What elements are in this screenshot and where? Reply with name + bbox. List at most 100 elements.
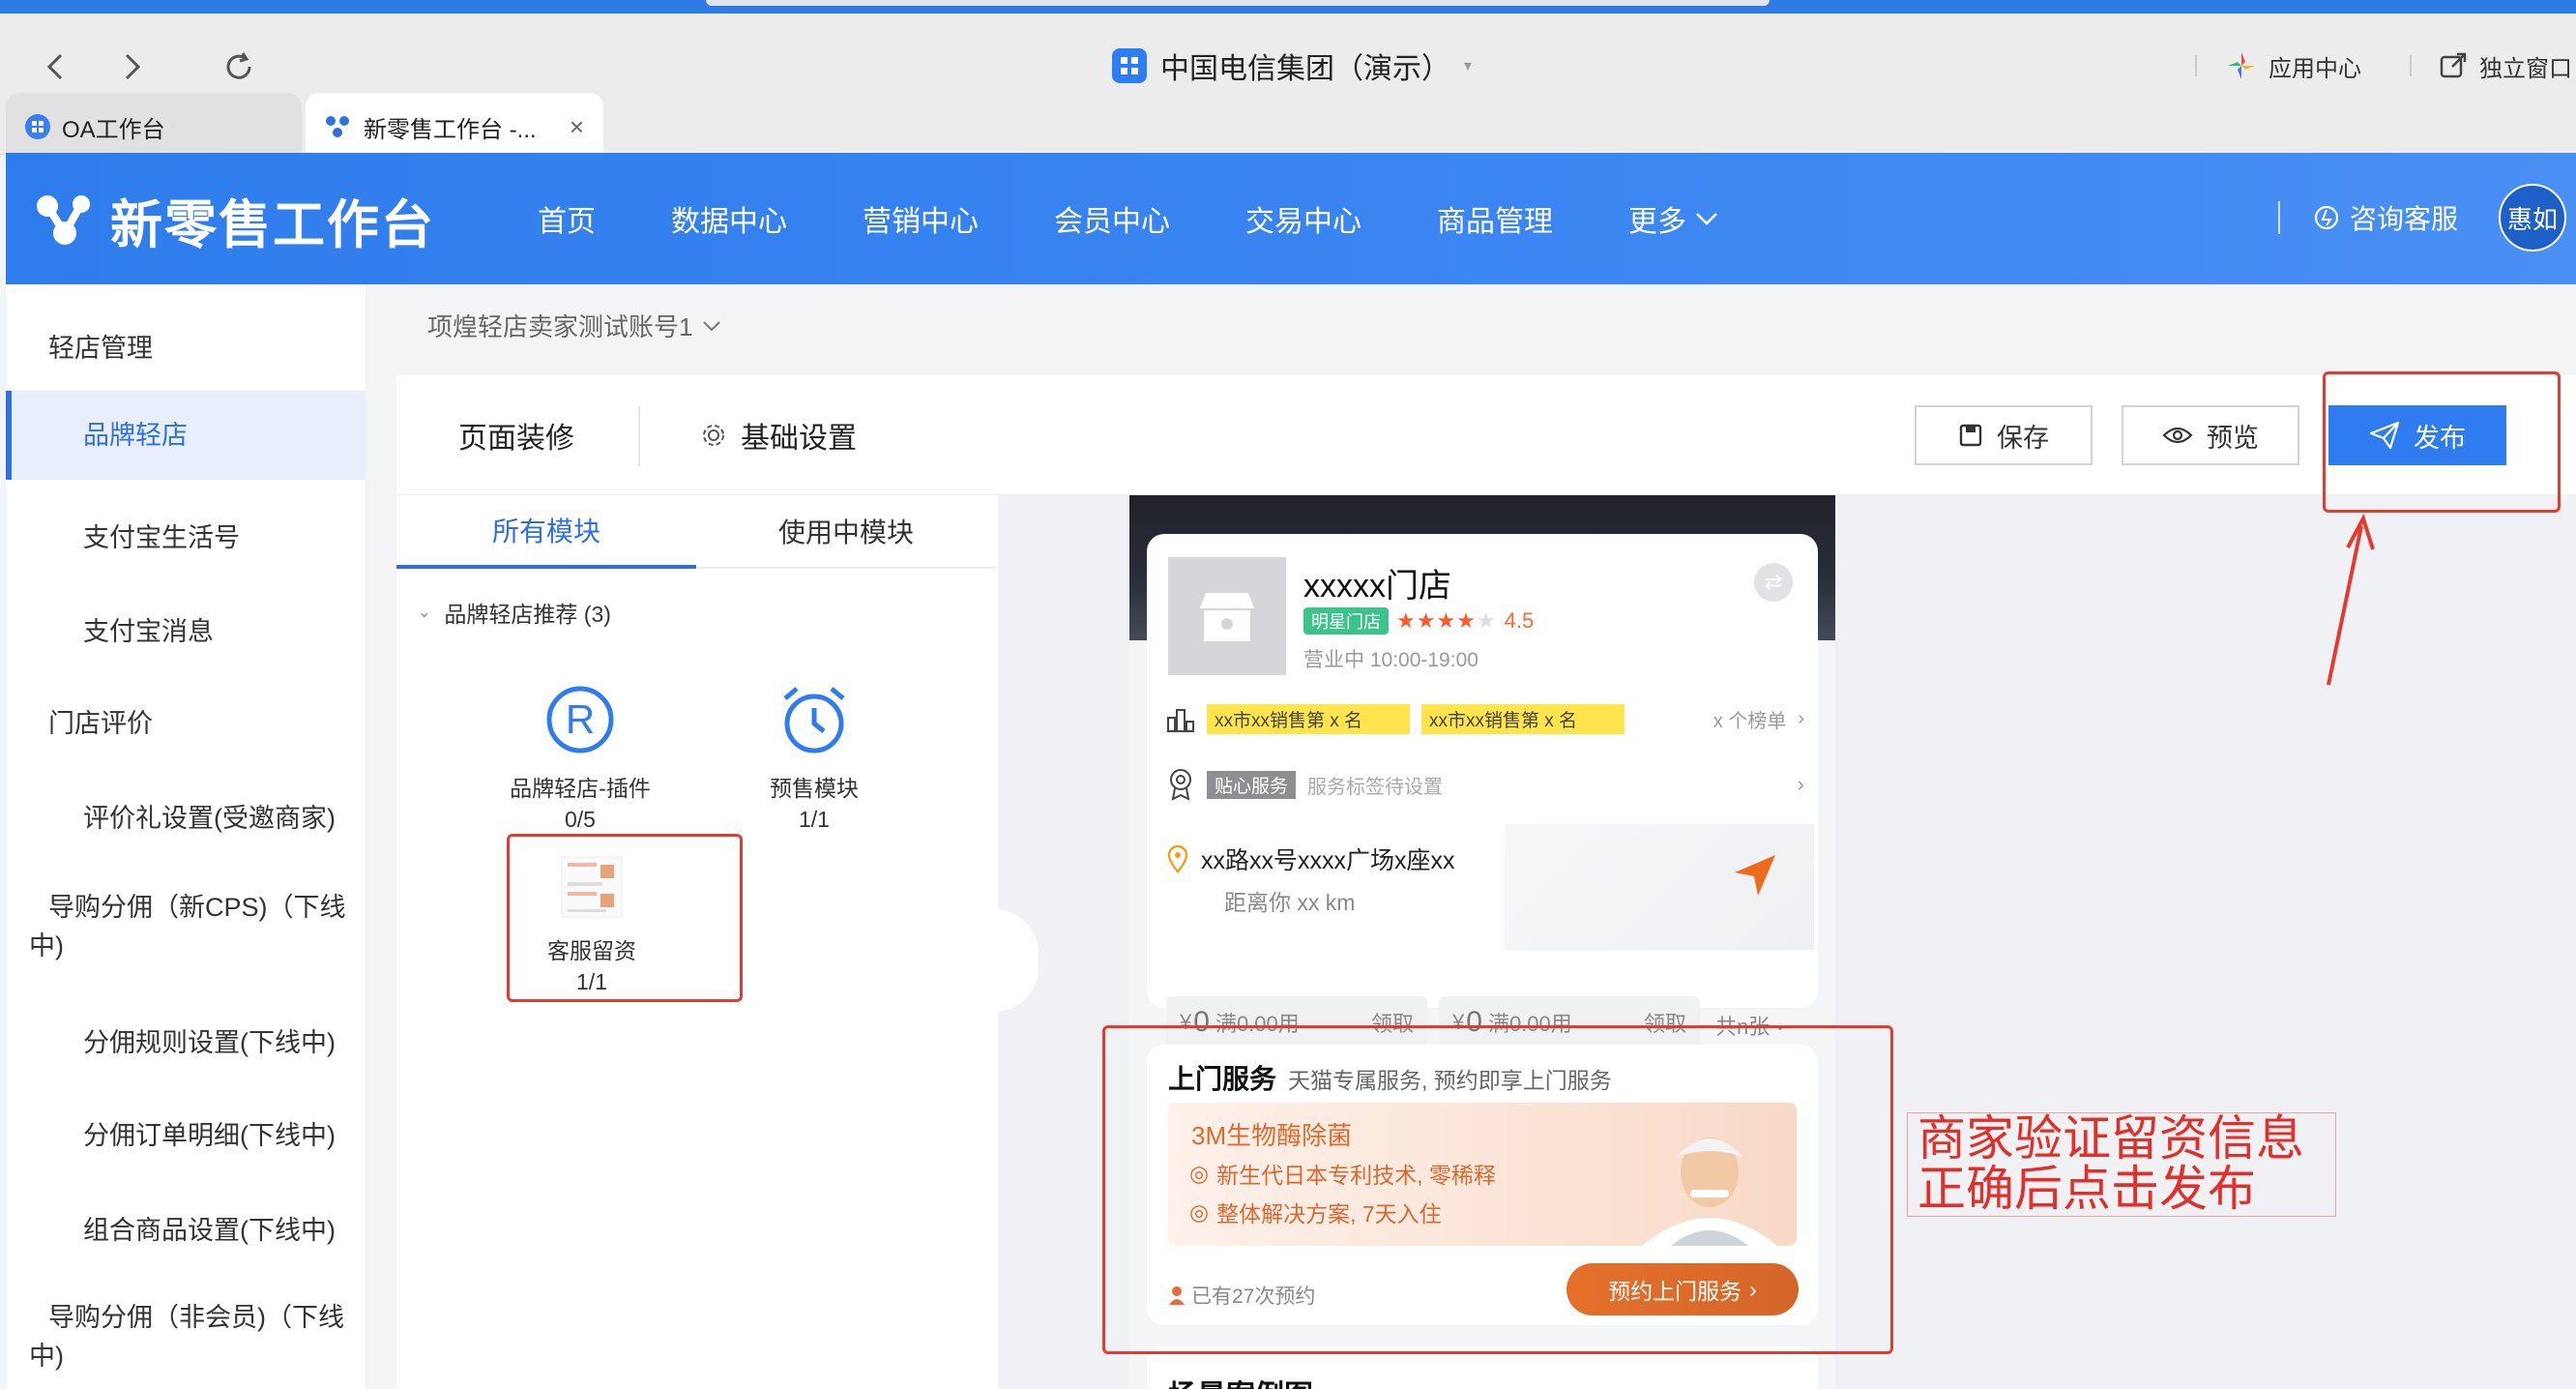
sidebar-item-non-member-commission[interactable]: 导购分佣（非会员)（下线中): [6, 1298, 366, 1375]
navigation-arrow-icon[interactable]: [1731, 851, 1779, 900]
consult-link[interactable]: 咨询客服: [2313, 198, 2458, 237]
app-center-label: 应用中心: [2269, 55, 2361, 82]
nav-product-management[interactable]: 商品管理: [1437, 197, 1553, 240]
sidebar-item-review-gift[interactable]: 评价礼设置(受邀商家): [6, 797, 366, 835]
preview-button[interactable]: 预览: [2122, 405, 2299, 465]
chevron-down-icon: [703, 320, 721, 331]
chevron-down-icon: ▾: [1464, 58, 1473, 74]
divider: [2195, 55, 2197, 76]
address-row[interactable]: xx路xx号xxxx广场x座xx: [1166, 842, 1455, 876]
main-nav: 首页 数据中心 营销中心 会员中心 交易中心 商品管理 更多: [538, 153, 1795, 284]
star-store-badge: 明星门店: [1303, 607, 1389, 635]
back-icon[interactable]: [31, 43, 79, 91]
ranking-icon: [1167, 708, 1194, 732]
page-decoration-tab[interactable]: 页面装修: [458, 375, 574, 495]
address-pill: [706, 0, 1770, 6]
app-grid-icon: [25, 114, 50, 139]
gear-icon: [703, 425, 724, 446]
logo-text: 新零售工作台: [110, 196, 435, 254]
save-label: 保存: [1997, 423, 2049, 453]
eye-icon: [2162, 427, 2193, 444]
divider: [2410, 55, 2412, 76]
nav-trade-center[interactable]: 交易中心: [1245, 197, 1361, 240]
nav-home[interactable]: 首页: [538, 197, 596, 240]
tab-modules-in-use[interactable]: 使用中模块: [696, 495, 996, 569]
forward-icon[interactable]: [108, 43, 157, 91]
standalone-window-link[interactable]: 独立窗口: [2410, 39, 2572, 93]
service-tag-row[interactable]: 贴心服务 服务标签待设置 ›: [1166, 768, 1804, 801]
header-right: 咨询客服 惠如: [2277, 174, 2566, 261]
module-name: 品牌轻店-插件: [510, 776, 651, 801]
app-grid-icon: [1112, 48, 1147, 83]
top-accent-strip: [0, 0, 2576, 14]
sidebar-item-commission-rules[interactable]: 分佣规则设置(下线中): [6, 1021, 366, 1059]
headset-icon: [2314, 205, 2339, 230]
sidebar-item-bundle-settings[interactable]: 组合商品设置(下线中): [6, 1209, 366, 1247]
editor-toolbar: 页面装修 基础设置 保存 预览 发布: [396, 375, 2576, 495]
nav-more[interactable]: 更多: [1628, 197, 1719, 240]
annotation-note: 商家验证留资信息 正确后点击发布: [1907, 1112, 2336, 1217]
store-card[interactable]: xxxxx门店 ⇄ 明星门店 ★★★★★ 4.5 营业中 10:00-19:00…: [1147, 534, 1818, 1049]
account-name: 项煌轻店卖家测试账号1: [427, 312, 693, 341]
store-rating-row: 明星门店 ★★★★★ 4.5: [1303, 607, 1534, 635]
save-button[interactable]: 保存: [1915, 405, 2093, 465]
tab-label: OA工作台: [62, 116, 165, 143]
window-title[interactable]: 中国电信集团（演示） ▾: [1112, 39, 1472, 93]
annotation-arrow: [2327, 513, 2375, 686]
sidebar-item-store-review[interactable]: 门店评价: [6, 702, 366, 740]
module-group-header[interactable]: ⌄ 品牌轻店推荐 (3): [418, 596, 611, 629]
store-icon: [1200, 593, 1254, 641]
sidebar-item-commission-orders[interactable]: 分佣订单明细(下线中): [6, 1114, 366, 1152]
standalone-window-label: 独立窗口: [2479, 55, 2572, 82]
basic-settings-tab[interactable]: 基础设置: [700, 375, 857, 495]
nav-marketing-center[interactable]: 营销中心: [863, 197, 979, 240]
sidebar-item-light-store-management[interactable]: 轻店管理: [6, 327, 366, 365]
app-logo[interactable]: 新零售工作台: [35, 182, 435, 258]
browser-chrome: 中国电信集团（演示） ▾ 应用中心 独立窗口 OA工作台 新零售工作台 -...…: [0, 14, 2576, 161]
save-icon: [1959, 424, 1982, 447]
sidebar-item-cps-commission[interactable]: 导购分佣（新CPS)（下线中): [6, 888, 366, 965]
nav-data-center[interactable]: 数据中心: [671, 197, 787, 240]
alarm-clock-icon: [783, 687, 845, 754]
divider: [638, 406, 640, 466]
sidebar-item-alipay-message[interactable]: 支付宝消息: [6, 610, 366, 648]
tab-all-modules[interactable]: 所有模块: [396, 495, 696, 569]
divider: [2277, 201, 2280, 234]
chevron-down-icon: [1696, 213, 1717, 225]
module-presale[interactable]: 预售模块 1/1: [717, 683, 911, 833]
sidebar-item-alipay-life[interactable]: 支付宝生活号: [6, 517, 366, 554]
store-distance: 距离你 xx km: [1224, 890, 1356, 915]
store-image: [1168, 557, 1286, 675]
sidebar: 轻店管理 品牌轻店 支付宝生活号 支付宝消息 门店评价 评价礼设置(受邀商家) …: [6, 284, 366, 1389]
nav-member-center[interactable]: 会员中心: [1054, 197, 1170, 240]
service-tag: 贴心服务: [1207, 770, 1297, 799]
module-name: 预售模块: [770, 776, 859, 801]
switch-icon[interactable]: ⇄: [1754, 563, 1793, 602]
chevron-down-icon: ⌄: [418, 605, 431, 621]
new-retail-logo-icon: [37, 194, 90, 245]
rank-row[interactable]: xx市xx销售第 x 名 xx市xx销售第 x 名 x 个榜单 ›: [1166, 704, 1804, 734]
tab-oa[interactable]: OA工作台: [6, 93, 302, 161]
rating-stars: ★★★★★: [1396, 608, 1497, 633]
external-window-icon: [2440, 52, 2467, 78]
module-brand-store-plugin[interactable]: R 品牌轻店-插件 0/5: [483, 683, 677, 833]
app-center-link[interactable]: 应用中心: [2195, 39, 2361, 93]
account-selector[interactable]: 项煌轻店卖家测试账号1: [427, 308, 721, 343]
module-count: 1/1: [799, 807, 830, 832]
store-name: xxxxx门店: [1303, 568, 1451, 605]
registered-trademark-icon: R: [546, 686, 614, 754]
rank-link: x 个榜单: [1712, 711, 1787, 732]
close-icon[interactable]: ×: [570, 112, 584, 142]
window-title-text: 中国电信集团（演示）: [1160, 53, 1450, 85]
tab-new-retail[interactable]: 新零售工作台 -... ×: [306, 93, 603, 161]
sidebar-item-brand-light-store[interactable]: 品牌轻店: [6, 391, 366, 480]
avatar[interactable]: 惠如: [2499, 184, 2566, 251]
location-pin-icon: [1167, 844, 1188, 873]
chevron-right-icon: ›: [1797, 772, 1804, 796]
module-count: 0/5: [565, 807, 596, 832]
modules-panel: 所有模块 使用中模块 ⌄ 品牌轻店推荐 (3) R 品牌轻店-插件 0/5 预售…: [396, 495, 998, 1389]
reload-icon[interactable]: [215, 43, 263, 91]
app-header: 新零售工作台 首页 数据中心 营销中心 会员中心 交易中心 商品管理 更多 咨询…: [6, 153, 2576, 284]
annotation-line: 正确后点击发布: [1917, 1162, 2256, 1216]
store-address: xx路xx号xxxx广场x座xx: [1201, 847, 1455, 874]
